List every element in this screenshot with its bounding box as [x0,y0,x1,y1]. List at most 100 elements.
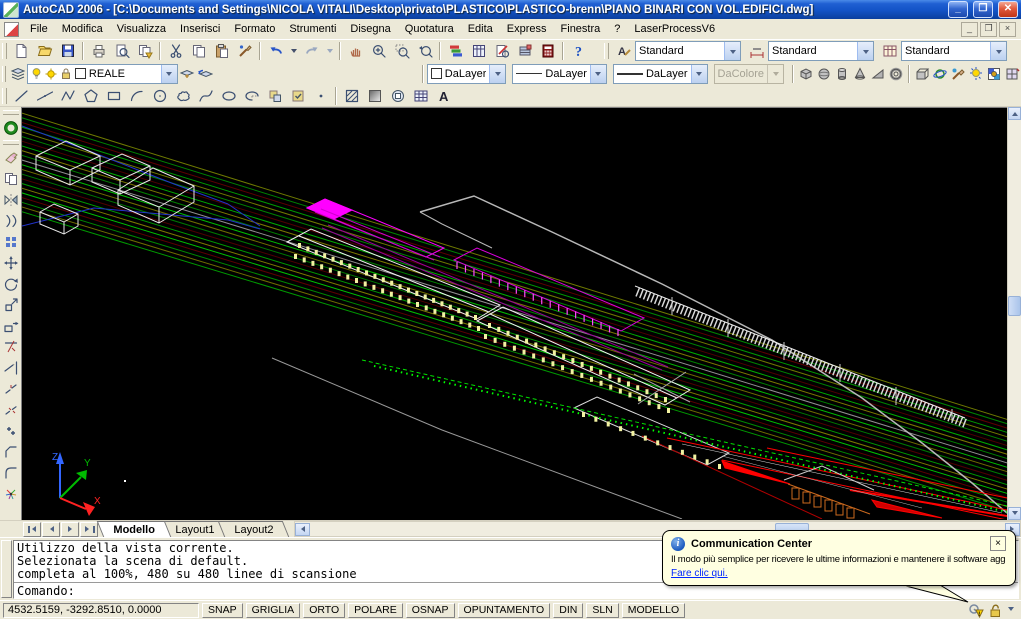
lineweight-dropdown-icon[interactable] [691,65,707,83]
toggle-opuntamento[interactable]: OPUNTAMENTO [458,603,551,618]
fillet-button[interactable] [0,462,21,483]
menu-help[interactable]: ? [607,21,627,37]
save-button[interactable] [56,40,79,62]
toggle-griglia[interactable]: GRIGLIA [246,603,301,618]
toolbar-grip[interactable] [2,43,7,59]
mirror-button[interactable] [0,189,21,210]
extend-button[interactable] [0,357,21,378]
gradient-tool-button[interactable] [363,85,386,107]
cut-button[interactable] [164,40,187,62]
dim-style-combo[interactable]: Standard [768,41,874,61]
minimize-button[interactable]: _ [948,1,968,18]
toolbar-grip[interactable] [604,43,609,59]
dim-style-dropdown-icon[interactable] [857,42,873,60]
revcloud-tool-button[interactable] [171,85,194,107]
mdi-minimize-button[interactable]: _ [961,22,978,37]
popup-close-button[interactable]: × [990,536,1006,551]
menu-modifica[interactable]: Modifica [55,21,110,37]
tray-dropdown-icon[interactable] [1008,607,1014,614]
toolbar-grip[interactable] [2,66,6,82]
first-tab-button[interactable] [23,522,41,537]
menu-formato[interactable]: Formato [227,21,282,37]
lineweight-combo[interactable]: DaLayer [613,64,708,84]
toggle-polare[interactable]: POLARE [348,603,403,618]
tab-modello[interactable]: Modello [97,521,171,537]
drawing-canvas[interactable]: Z Y X [21,107,1007,520]
3d-orbit-button[interactable] [931,63,949,85]
toggle-orto[interactable]: ORTO [303,603,345,618]
erase-button[interactable] [0,147,21,168]
torus-primitive-button[interactable] [887,63,905,85]
materials-button[interactable] [985,63,1003,85]
zoom-window-button[interactable] [390,40,413,62]
copy-button[interactable] [187,40,210,62]
point-tool-button[interactable] [309,85,332,107]
text-style-combo[interactable]: Standard [635,41,741,61]
insert-block-button[interactable] [263,85,286,107]
open-file-button[interactable] [33,40,56,62]
layer-combo[interactable]: REALE [27,64,178,84]
lights-button[interactable] [967,63,985,85]
restore-button[interactable]: ❐ [973,1,993,18]
vertical-scrollbar[interactable] [1007,107,1021,520]
cone-primitive-button[interactable] [851,63,869,85]
mtext-tool-button[interactable]: A [432,85,455,107]
previous-tab-button[interactable] [42,522,60,537]
redo-dropdown[interactable] [323,40,336,62]
break-at-point-button[interactable] [0,378,21,399]
plot-preview-button[interactable] [110,40,133,62]
hatch-tool-button[interactable] [340,85,363,107]
publish-button[interactable] [133,40,156,62]
rotate-button[interactable] [0,273,21,294]
mdi-close-button[interactable]: × [999,22,1016,37]
layer-manager-button[interactable] [9,63,27,85]
plot-button[interactable] [87,40,110,62]
help-button[interactable]: ? [567,40,590,62]
layer-on-bulb-icon[interactable] [31,67,42,80]
box-primitive-button[interactable] [797,63,815,85]
menu-inserisci[interactable]: Inserisci [173,21,227,37]
wedge-primitive-button[interactable] [869,63,887,85]
color-dropdown-icon[interactable] [489,65,505,83]
undo-button[interactable] [264,40,287,62]
polyline-tool-button[interactable] [56,85,79,107]
markup-set-manager-button[interactable] [490,40,513,62]
undo-dropdown[interactable] [287,40,300,62]
join-button[interactable] [0,420,21,441]
menu-strumenti[interactable]: Strumenti [282,21,343,37]
table-tool-button[interactable] [409,85,432,107]
menu-finestra[interactable]: Finestra [554,21,608,37]
toolbar-grip[interactable] [3,140,19,145]
chamfer-button[interactable] [0,441,21,462]
zoom-realtime-button[interactable] [367,40,390,62]
toolbar-grip[interactable] [2,88,7,104]
table-style-combo[interactable]: Standard [901,41,1007,61]
layer-dropdown-icon[interactable] [161,65,177,83]
rectangle-tool-button[interactable] [102,85,125,107]
toggle-din[interactable]: DIN [553,603,583,618]
command-window-grip[interactable] [1,540,12,598]
make-object-layer-current-button[interactable] [178,63,196,85]
new-file-button[interactable] [10,40,33,62]
linetype-combo[interactable]: DaLayer [512,64,607,84]
tool-palettes-button[interactable] [444,40,467,62]
arc-tool-button[interactable] [125,85,148,107]
next-tab-button[interactable] [61,522,79,537]
scroll-down-button[interactable] [1008,507,1021,520]
text-style-dropdown-icon[interactable] [724,42,740,60]
linetype-dropdown-icon[interactable] [590,65,606,83]
coordinates-display[interactable]: 4532.5159, -3292.8510, 0.0000 [3,603,199,618]
pan-realtime-button[interactable] [344,40,367,62]
db-connect-button[interactable] [513,40,536,62]
last-tab-button[interactable] [80,522,98,537]
copy-object-button[interactable] [0,168,21,189]
unlock-icon[interactable] [988,603,1002,618]
scale-button[interactable] [0,294,21,315]
table-style-dropdown-icon[interactable] [990,42,1006,60]
spline-tool-button[interactable] [194,85,217,107]
mdi-restore-button[interactable]: ❐ [980,22,997,37]
menu-visualizza[interactable]: Visualizza [110,21,173,37]
layer-previous-button[interactable] [196,63,214,85]
toolbar-grip[interactable] [3,110,19,115]
menu-disegna[interactable]: Disegna [343,21,397,37]
